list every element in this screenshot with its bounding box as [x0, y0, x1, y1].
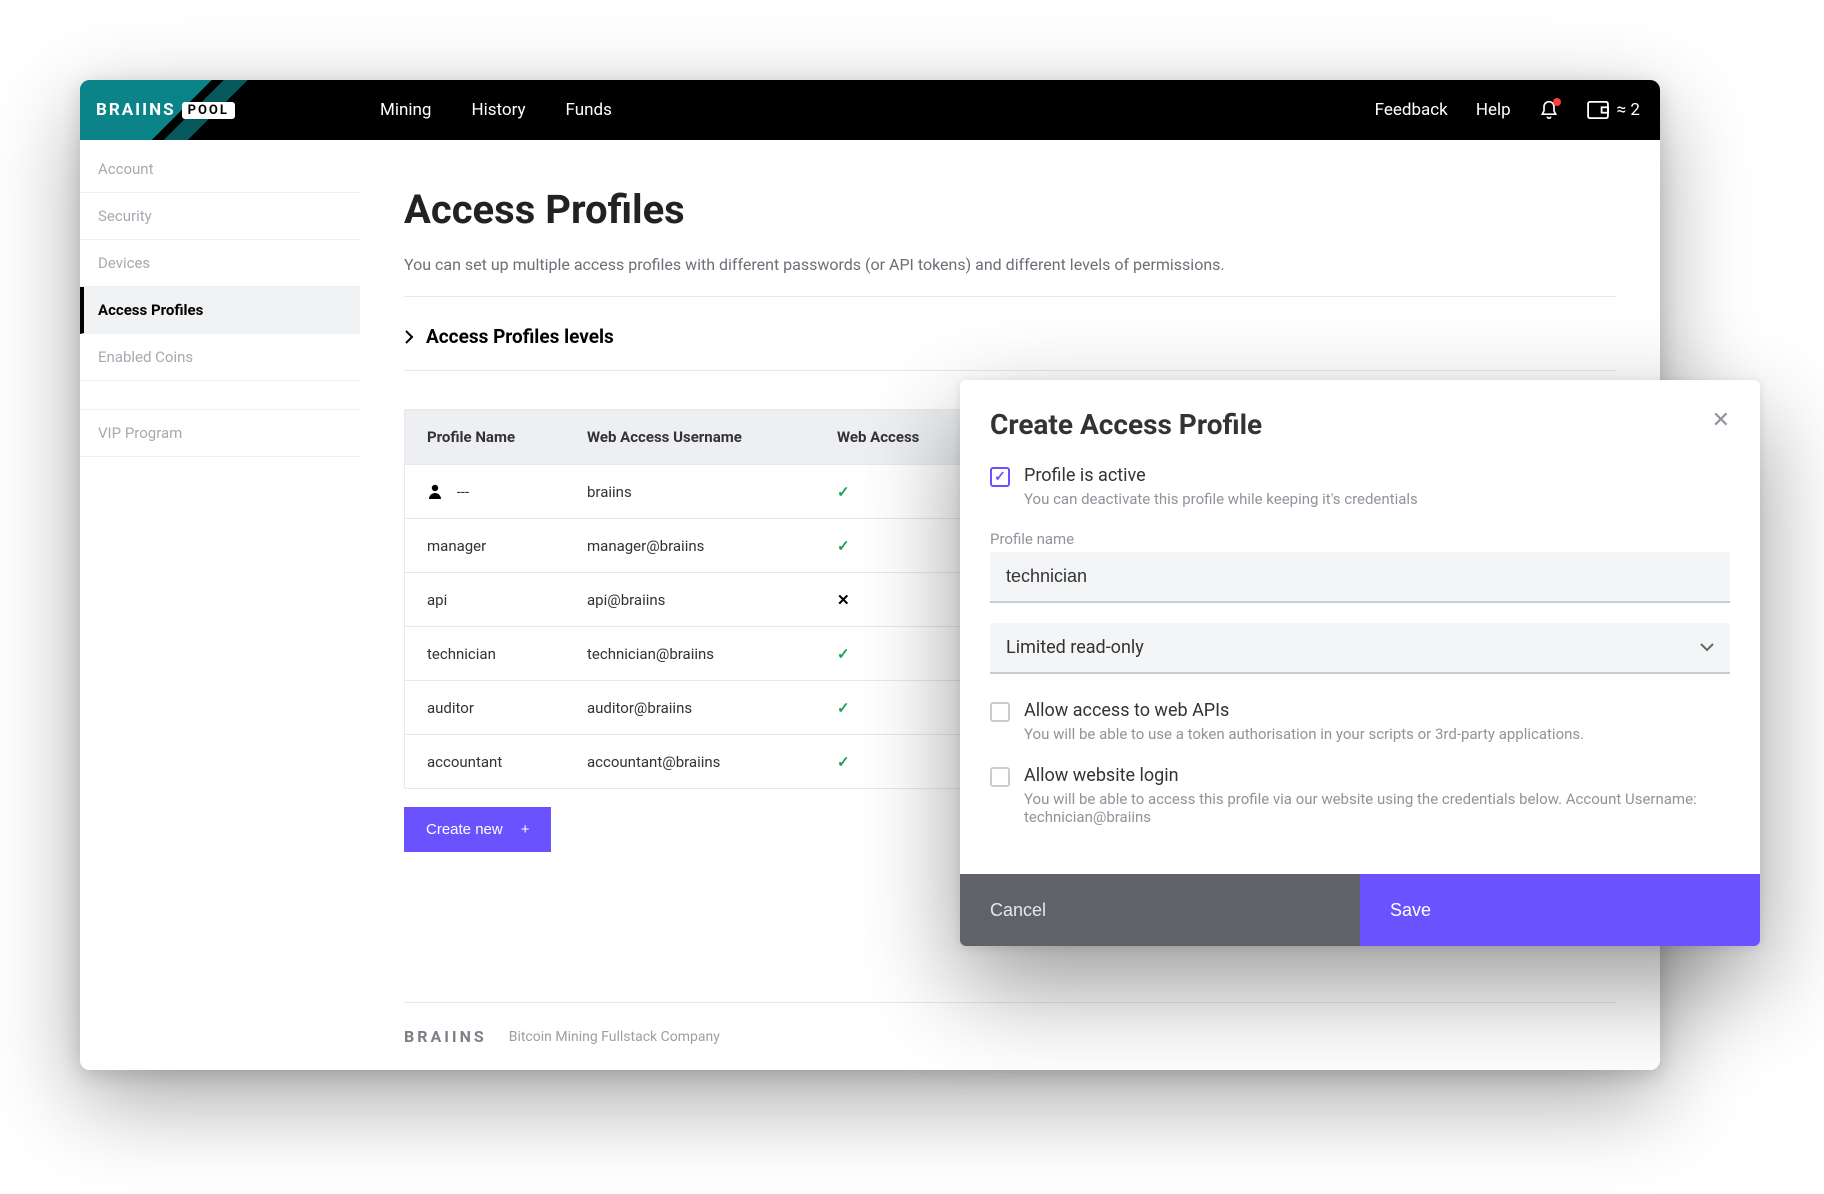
brand-pool-tag: POOL: [182, 102, 235, 119]
sidebar-item-enabled-coins[interactable]: Enabled Coins: [80, 334, 360, 381]
page-title: Access Profiles: [404, 186, 1616, 233]
cell-name: manager: [423, 521, 583, 571]
create-new-label: Create new: [426, 821, 503, 838]
brand-name: BRAIINS: [96, 100, 176, 120]
cell-name-text: ---: [457, 483, 469, 501]
footer: BRAIINS Bitcoin Mining Fullstack Company: [404, 1002, 1616, 1050]
th-username: Web Access Username: [583, 412, 833, 462]
allow-api-checkbox[interactable]: [990, 702, 1010, 722]
cell-user: manager@braiins: [583, 521, 833, 571]
profile-name-input[interactable]: [990, 552, 1730, 603]
save-button[interactable]: Save: [1360, 874, 1760, 946]
cell-user: auditor@braiins: [583, 683, 833, 733]
close-icon[interactable]: ✕: [1712, 408, 1730, 433]
web-label: Allow website login: [1024, 765, 1730, 786]
cell-user: technician@braiins: [583, 629, 833, 679]
th-profile-name: Profile Name: [423, 412, 583, 462]
cross-icon: ✕: [833, 575, 973, 625]
nav-funds[interactable]: Funds: [566, 100, 612, 120]
sidebar-item-devices[interactable]: Devices: [80, 240, 360, 287]
create-profile-modal: Create Access Profile ✕ Profile is activ…: [960, 380, 1760, 946]
api-row: Allow access to web APIs You will be abl…: [990, 700, 1730, 743]
modal-buttons: Cancel Save: [960, 874, 1760, 946]
brand-logo[interactable]: BRAIINS POOL: [80, 80, 260, 140]
profile-active-checkbox[interactable]: [990, 467, 1010, 487]
access-level-select[interactable]: Limited read-only: [990, 623, 1730, 674]
nav-help[interactable]: Help: [1476, 100, 1511, 120]
top-right-nav: Feedback Help ≈ 2: [1375, 100, 1640, 120]
access-level-value: Limited read-only: [1006, 637, 1144, 658]
chevron-right-icon: [404, 330, 414, 344]
topbar: BRAIINS POOL Mining History Funds Feedba…: [80, 80, 1660, 140]
cell-user: api@braiins: [583, 575, 833, 625]
profile-name-label: Profile name: [990, 530, 1730, 548]
active-help: You can deactivate this profile while ke…: [1024, 490, 1418, 508]
web-row: Allow website login You will be able to …: [990, 765, 1730, 826]
cancel-button[interactable]: Cancel: [960, 874, 1360, 946]
chevron-down-icon: [1700, 643, 1714, 653]
sidebar-item-security[interactable]: Security: [80, 193, 360, 240]
cell-user: accountant@braiins: [583, 737, 833, 787]
nav-feedback[interactable]: Feedback: [1375, 100, 1448, 120]
check-icon: ✓: [833, 683, 973, 733]
user-icon: [427, 483, 443, 499]
modal-body: Profile is active You can deactivate thi…: [960, 465, 1760, 874]
page-subtitle: You can set up multiple access profiles …: [404, 255, 1616, 274]
sidebar: Account Security Devices Access Profiles…: [80, 140, 360, 1070]
cell-name: technician: [423, 629, 583, 679]
create-new-button[interactable]: Create new +: [404, 807, 551, 852]
expander-label: Access Profiles levels: [426, 325, 614, 348]
nav-history[interactable]: History: [471, 100, 525, 120]
footer-tagline: Bitcoin Mining Fullstack Company: [509, 1029, 720, 1045]
active-row: Profile is active You can deactivate thi…: [990, 465, 1730, 508]
cell-name: api: [423, 575, 583, 625]
balance-value: ≈ 2: [1617, 100, 1640, 120]
active-label: Profile is active: [1024, 465, 1418, 486]
check-icon: ✓: [833, 737, 973, 787]
wallet-balance[interactable]: ≈ 2: [1587, 100, 1640, 120]
check-icon: ✓: [833, 521, 973, 571]
allow-web-checkbox[interactable]: [990, 767, 1010, 787]
footer-logo: BRAIINS: [404, 1027, 487, 1046]
cell-name: auditor: [423, 683, 583, 733]
check-icon: ✓: [833, 467, 973, 517]
cell-user: braiins: [583, 467, 833, 517]
modal-header: Create Access Profile ✕: [960, 380, 1760, 465]
cell-name: accountant: [423, 737, 583, 787]
api-label: Allow access to web APIs: [1024, 700, 1584, 721]
modal-title: Create Access Profile: [990, 408, 1262, 441]
bell-icon[interactable]: [1539, 100, 1559, 120]
sidebar-item-access-profiles[interactable]: Access Profiles: [80, 287, 360, 334]
top-nav: Mining History Funds: [380, 100, 612, 120]
levels-expander[interactable]: Access Profiles levels: [404, 297, 1616, 371]
sidebar-item-account[interactable]: Account: [80, 146, 360, 193]
check-icon: ✓: [833, 629, 973, 679]
th-web-access: Web Access: [833, 412, 973, 462]
cell-name: ---: [423, 467, 583, 517]
plus-icon: +: [521, 821, 530, 838]
api-help: You will be able to use a token authoris…: [1024, 725, 1584, 743]
notification-dot-icon: [1553, 98, 1561, 106]
nav-mining[interactable]: Mining: [380, 100, 431, 120]
sidebar-item-vip-program[interactable]: VIP Program: [80, 409, 360, 457]
web-help: You will be able to access this profile …: [1024, 790, 1730, 826]
